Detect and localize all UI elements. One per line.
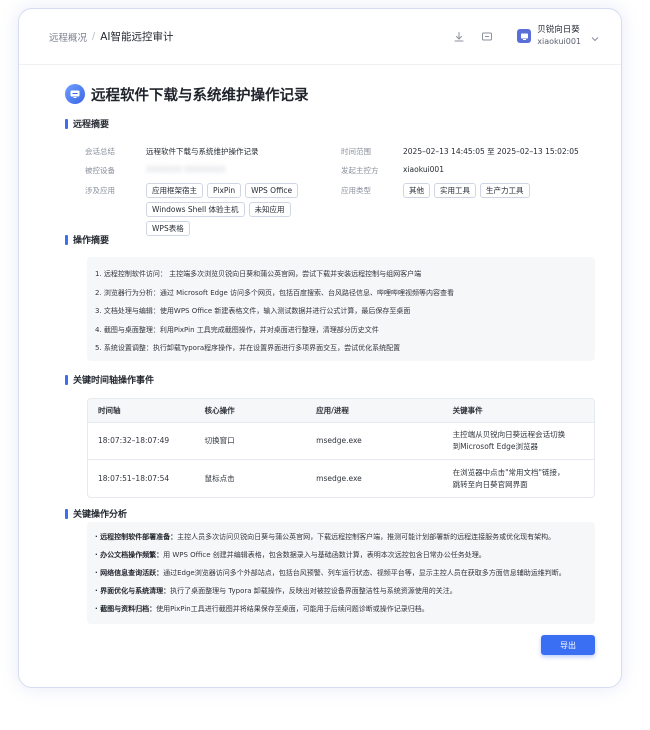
analysis-item-label: · 网络信息查询活跃： xyxy=(95,569,164,577)
cell-event: 主控端从贝锐向日葵远程会话切换 到Microsoft Edge浏览器 xyxy=(439,429,594,453)
summary-section-header: 远程摘要 xyxy=(65,117,109,130)
cell-app: msedge.exe xyxy=(316,473,362,483)
analysis-item: · 截图与资料归档：使用PixPin工具进行截图并将结果保存至桌面，可能用于后续… xyxy=(95,600,587,618)
cell-event: 在浏览器中点击"常用文档"链接， 跳转至向日葵官网界面 xyxy=(439,467,594,491)
column-header: 时间轴 xyxy=(98,406,121,415)
time-label: 时间范围 xyxy=(341,147,371,156)
cell-time: 18:07:32–18:07:49 xyxy=(98,436,170,445)
analysis-item-label: · 远程控制软件部署准备： xyxy=(95,533,178,541)
summary-section-title: 远程摘要 xyxy=(73,120,110,130)
download-icon[interactable] xyxy=(451,29,467,45)
analysis-item: · 界面优化与系统清理：执行了桌面整理与 Typora 卸载操作，反映出对被控设… xyxy=(95,582,587,600)
analysis-item-label: · 办公文档操作频繁： xyxy=(95,551,164,559)
cell-op: 鼠标点击 xyxy=(204,473,235,483)
user-name: 贝锐向日葵 xyxy=(537,25,580,35)
ops-item: 2. 浏览器行为分析：通过 Microsoft Edge 访问多个网页，包括百度… xyxy=(95,288,455,297)
initiator-label: 发起主控方 xyxy=(341,166,379,175)
app-tag: 未知应用 xyxy=(248,202,291,217)
timeline-section-header: 关键时间轴操作事件 xyxy=(65,373,154,386)
analysis-item: · 远程控制软件部署准备：主控人员多次访问贝锐向日葵与蒲公英官网，下载远程控制客… xyxy=(95,528,587,546)
session-value: 远程软件下载与系统维护操作记录 xyxy=(146,147,259,156)
breadcrumb-current: AI智能远控审计 xyxy=(100,31,174,43)
breadcrumb-parent[interactable]: 远程概况 xyxy=(49,30,87,44)
cell-event-line: 主控端从贝锐向日葵远程会话切换 xyxy=(452,430,566,439)
analysis-item-label: · 界面优化与系统清理： xyxy=(95,587,171,595)
table-header-row: 时间轴 核心操作 应用/进程 关键事件 xyxy=(88,399,594,423)
column-header: 应用/进程 xyxy=(316,406,349,415)
analysis-item: · 网络信息查询活跃：通过Edge浏览器访问多个外部站点，包括台风预警、列车运行… xyxy=(95,564,587,582)
app-type-label: 应用类型 xyxy=(341,186,371,195)
analysis-item-text: 执行了桌面整理与 Typora 卸载操作，反映出对被控设备界面整洁性与系统资源使… xyxy=(170,587,457,595)
apps-tag-list: 应用框架宿主 PixPin WPS Office Windows Shell 体… xyxy=(146,183,336,236)
timeline-section-title: 关键时间轴操作事件 xyxy=(73,376,155,386)
analysis-item-label: · 截图与资料归档： xyxy=(95,605,157,613)
analysis-item-text: 用 WPS Office 创建并编辑表格，包含数据录入与基础函数计算，表明本次远… xyxy=(163,551,486,559)
report-title: 远程软件下载与系统维护操作记录 xyxy=(91,87,309,104)
section-marker xyxy=(65,234,68,245)
ops-section-header: 操作摘要 xyxy=(65,233,109,246)
message-icon[interactable] xyxy=(479,29,495,45)
app-type-tag: 实用工具 xyxy=(434,183,476,198)
analysis-item: · 办公文档操作频繁：用 WPS Office 创建并编辑表格，包含数据录入与基… xyxy=(95,546,587,564)
export-button[interactable]: 导出 xyxy=(541,635,595,655)
column-header: 核心操作 xyxy=(204,406,235,415)
chevron-down-icon[interactable] xyxy=(591,27,599,46)
analysis-item-text: 通过Edge浏览器访问多个外部站点，包括台风预警、列车运行状态、视频平台等，显示… xyxy=(163,569,566,577)
analysis-item-text: 使用PixPin工具进行截图并将结果保存至桌面，可能用于后续问题诊断或操作记录归… xyxy=(156,605,429,613)
cell-app: msedge.exe xyxy=(316,436,362,445)
cell-event-line: 到Microsoft Edge浏览器 xyxy=(452,442,538,451)
ops-item: 5. 系统设置调整：执行卸载Typora程序操作，并在设置界面进行多项界面交互，… xyxy=(95,344,401,352)
analysis-section-header: 关键操作分析 xyxy=(65,507,127,520)
app-type-tag: 生产力工具 xyxy=(480,183,530,198)
section-marker xyxy=(65,118,68,129)
analysis-section-title: 关键操作分析 xyxy=(73,510,128,520)
ops-item: 4. 截图与桌面整理：利用PixPin 工具完成截图操作，并对桌面进行整理，清理… xyxy=(95,325,379,334)
device-label: 被控设备 xyxy=(85,166,115,175)
cell-event-line: 在浏览器中点击"常用文档"链接， xyxy=(452,467,565,477)
section-marker xyxy=(65,508,68,519)
app-tag: WPS表格 xyxy=(146,221,190,236)
time-value: 2025–02–13 14:45:05 至 2025–02–13 15:02:0… xyxy=(403,147,579,156)
ops-item: 1. 远程控制软件访问： 主控端多次浏览贝锐向日葵和蒲公英官网，尝试下载并安装远… xyxy=(95,270,422,278)
main-window: 远程概况 / AI智能远控审计 贝锐向日葵 xiaokui001 远程软件下载与… xyxy=(18,8,622,688)
report-icon xyxy=(65,84,85,104)
analysis-box: · 远程控制软件部署准备：主控人员多次访问贝锐向日葵与蒲公英官网，下载远程控制客… xyxy=(87,522,595,624)
report-header: 远程软件下载与系统维护操作记录 xyxy=(65,79,595,109)
session-label: 会话总结 xyxy=(85,147,115,156)
ops-item: 3. 文档处理与编辑：使用WPS Office 新建表格文件，输入测试数据并进行… xyxy=(95,307,411,315)
app-tag: PixPin xyxy=(207,183,242,198)
user-info: 贝锐向日葵 xiaokui001 xyxy=(537,25,581,47)
ops-section-title: 操作摘要 xyxy=(73,236,110,246)
column-header: 关键事件 xyxy=(452,406,483,415)
app-tag: Windows Shell 体验主机 xyxy=(146,202,245,217)
user-menu[interactable]: 贝锐向日葵 xiaokui001 xyxy=(517,25,599,47)
table-row: 18:07:32–18:07:49 切换窗口 msedge.exe 主控端从贝锐… xyxy=(88,423,594,460)
apps-label: 涉及应用 xyxy=(85,186,115,195)
cell-event-line: 跳转至向日葵官网界面 xyxy=(452,479,528,489)
top-bar: 远程概况 / AI智能远控审计 贝锐向日葵 xiaokui001 xyxy=(19,9,621,65)
report-content: 远程软件下载与系统维护操作记录 远程摘要 会话总结 远程软件下载与系统维护操作记… xyxy=(65,79,595,679)
section-marker xyxy=(65,374,68,385)
cell-op: 切换窗口 xyxy=(204,436,235,445)
app-tag: WPS Office xyxy=(245,183,299,198)
app-type-tag-list: 其他 实用工具 生产力工具 xyxy=(403,183,593,198)
cell-time: 18:07:51–18:07:54 xyxy=(98,473,170,483)
table-row: 18:07:51–18:07:54 鼠标点击 msedge.exe 在浏览器中点… xyxy=(88,460,594,497)
breadcrumb-separator: / xyxy=(92,31,96,42)
user-id: xiaokui001 xyxy=(537,37,581,46)
initiator-value: xiaokui001 xyxy=(403,165,444,174)
app-logo-icon xyxy=(517,29,532,43)
ops-summary-box: 1. 远程控制软件访问： 主控端多次浏览贝锐向日葵和蒲公英官网，尝试下载并安装远… xyxy=(87,257,595,361)
timeline-table: 时间轴 核心操作 应用/进程 关键事件 18:07:32–18:07:49 切换… xyxy=(87,398,595,498)
device-value: XXXXXXX XXXXXXXX xyxy=(146,165,226,174)
app-tag: 应用框架宿主 xyxy=(146,183,203,198)
app-type-tag: 其他 xyxy=(403,183,430,198)
analysis-item-text: 主控人员多次访问贝锐向日葵与蒲公英官网，下载远程控制客户端，推测可能计划部署新的… xyxy=(177,533,556,541)
